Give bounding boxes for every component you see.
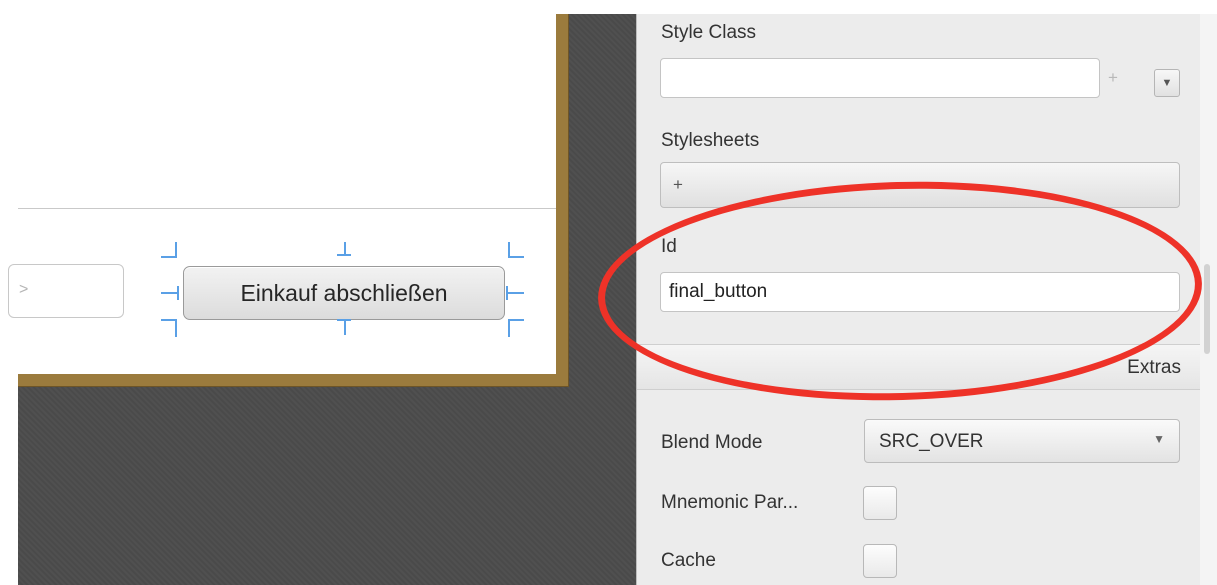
selection-handle-bottom-right[interactable] [508, 319, 524, 337]
partial-text-field[interactable]: > [8, 264, 124, 318]
selection-handle-middle-right[interactable] [506, 286, 524, 300]
selection-handle-bottom-left[interactable] [161, 319, 177, 337]
style-class-label: Style Class [661, 22, 757, 43]
blend-mode-value: SRC_OVER [879, 431, 984, 452]
preview-divider [18, 208, 556, 209]
cache-label: Cache [661, 550, 716, 571]
mnemonic-parsing-checkbox[interactable] [863, 486, 897, 520]
extras-label: Extras [1127, 357, 1181, 378]
app-window: > Einkauf abschließen Style Class + ▼ St… [0, 0, 1217, 585]
add-style-class-button[interactable]: + [1102, 58, 1124, 98]
preview-content[interactable]: > Einkauf abschließen [8, 14, 556, 374]
blend-mode-label: Blend Mode [661, 432, 763, 453]
inspector-scrollbar[interactable] [1200, 14, 1217, 585]
selection-handle-top-middle[interactable] [337, 242, 351, 256]
design-canvas[interactable]: > Einkauf abschließen [8, 14, 636, 585]
selection-handle-top-right[interactable] [508, 242, 524, 258]
selection-handle-middle-left[interactable] [161, 286, 179, 300]
selection-handle-bottom-middle[interactable] [337, 319, 351, 335]
cache-checkbox[interactable] [863, 544, 897, 578]
blend-mode-select[interactable]: SRC_OVER ▼ [864, 419, 1180, 463]
scrollbar-thumb[interactable] [1204, 264, 1210, 354]
chevron-down-icon: ▼ [1153, 432, 1165, 446]
preview-frame: > Einkauf abschließen [8, 14, 569, 387]
triangle-down-icon: ▼ [1161, 77, 1173, 89]
partial-field-text: > [19, 281, 29, 298]
style-class-dropdown-button[interactable]: ▼ [1154, 69, 1180, 97]
mnemonic-parsing-label: Mnemonic Par... [661, 492, 799, 513]
style-class-input[interactable] [660, 58, 1100, 98]
add-stylesheet-plus: + [673, 175, 683, 194]
stylesheets-label: Stylesheets [661, 130, 760, 151]
einkauf-abschliessen-button[interactable]: Einkauf abschließen [183, 266, 505, 320]
selection-handle-top-left[interactable] [161, 242, 177, 258]
